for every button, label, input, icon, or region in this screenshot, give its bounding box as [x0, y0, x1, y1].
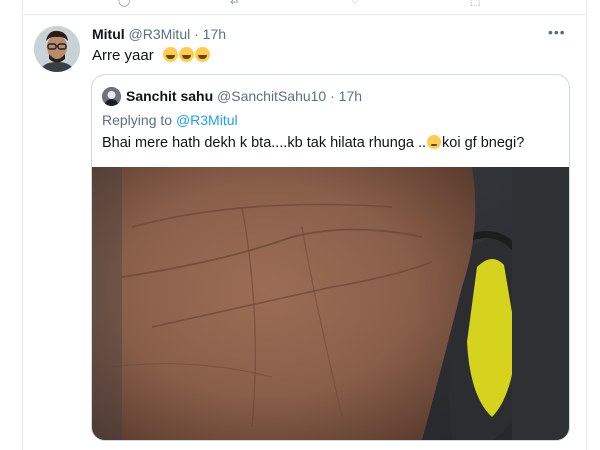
meta-separator: · — [194, 26, 199, 42]
tweet-text: Arre yaar — [92, 46, 210, 66]
quoted-meta-separator: · — [330, 88, 335, 104]
previous-tweet-actions: ◯ ⇄ ♡ ⬚ — [100, 0, 520, 8]
replying-prefix: Replying to — [102, 112, 173, 128]
quoted-tweet-text: Bhai mere hath dekh k bta....kb tak hila… — [102, 133, 524, 153]
like-icon[interactable]: ♡ — [350, 0, 360, 8]
tweet-divider — [22, 14, 587, 15]
timeline-right-border — [586, 0, 587, 450]
quoted-tweet-card[interactable]: Sanchit sahu @SanchitSahu10 · 17h Replyi… — [91, 74, 570, 441]
replying-handle-link[interactable]: @R3Mitul — [176, 112, 238, 128]
tweet-time[interactable]: 17h — [203, 26, 226, 42]
share-icon[interactable]: ⬚ — [470, 0, 480, 8]
palm-photo — [92, 167, 569, 440]
replying-to: Replying to @R3Mitul — [102, 110, 238, 130]
quoted-media-photo[interactable] — [92, 167, 569, 440]
author-name[interactable]: Mitul — [92, 26, 125, 42]
quoted-author-name[interactable]: Sanchit sahu — [126, 88, 213, 104]
author-handle[interactable]: @R3Mitul — [129, 26, 191, 42]
quoted-text-part-1: Bhai mere hath dekh k bta....kb tak hila… — [102, 135, 427, 151]
quoted-tweet-header: Sanchit sahu @SanchitSahu10 · 17h — [126, 86, 362, 106]
pensive-emoji-icon — [427, 135, 442, 149]
rofl-emoji-icon — [162, 47, 210, 64]
more-horizontal-icon[interactable]: ••• — [548, 24, 568, 40]
tweet-header: Mitul @R3Mitul · 17h — [92, 24, 226, 44]
tweet-text-content: Arre yaar — [92, 47, 154, 64]
quoted-avatar-image — [102, 87, 121, 106]
quoted-text-part-2: koi gf bnegi? — [442, 135, 525, 151]
avatar[interactable] — [34, 26, 80, 72]
quoted-avatar[interactable] — [102, 87, 121, 106]
quoted-tweet-time[interactable]: 17h — [339, 88, 362, 104]
reply-icon[interactable]: ◯ — [118, 0, 130, 8]
quoted-author-handle[interactable]: @SanchitSahu10 — [217, 88, 326, 104]
retweet-icon[interactable]: ⇄ — [230, 0, 239, 8]
avatar-image — [34, 26, 80, 72]
timeline-left-border — [22, 0, 23, 450]
